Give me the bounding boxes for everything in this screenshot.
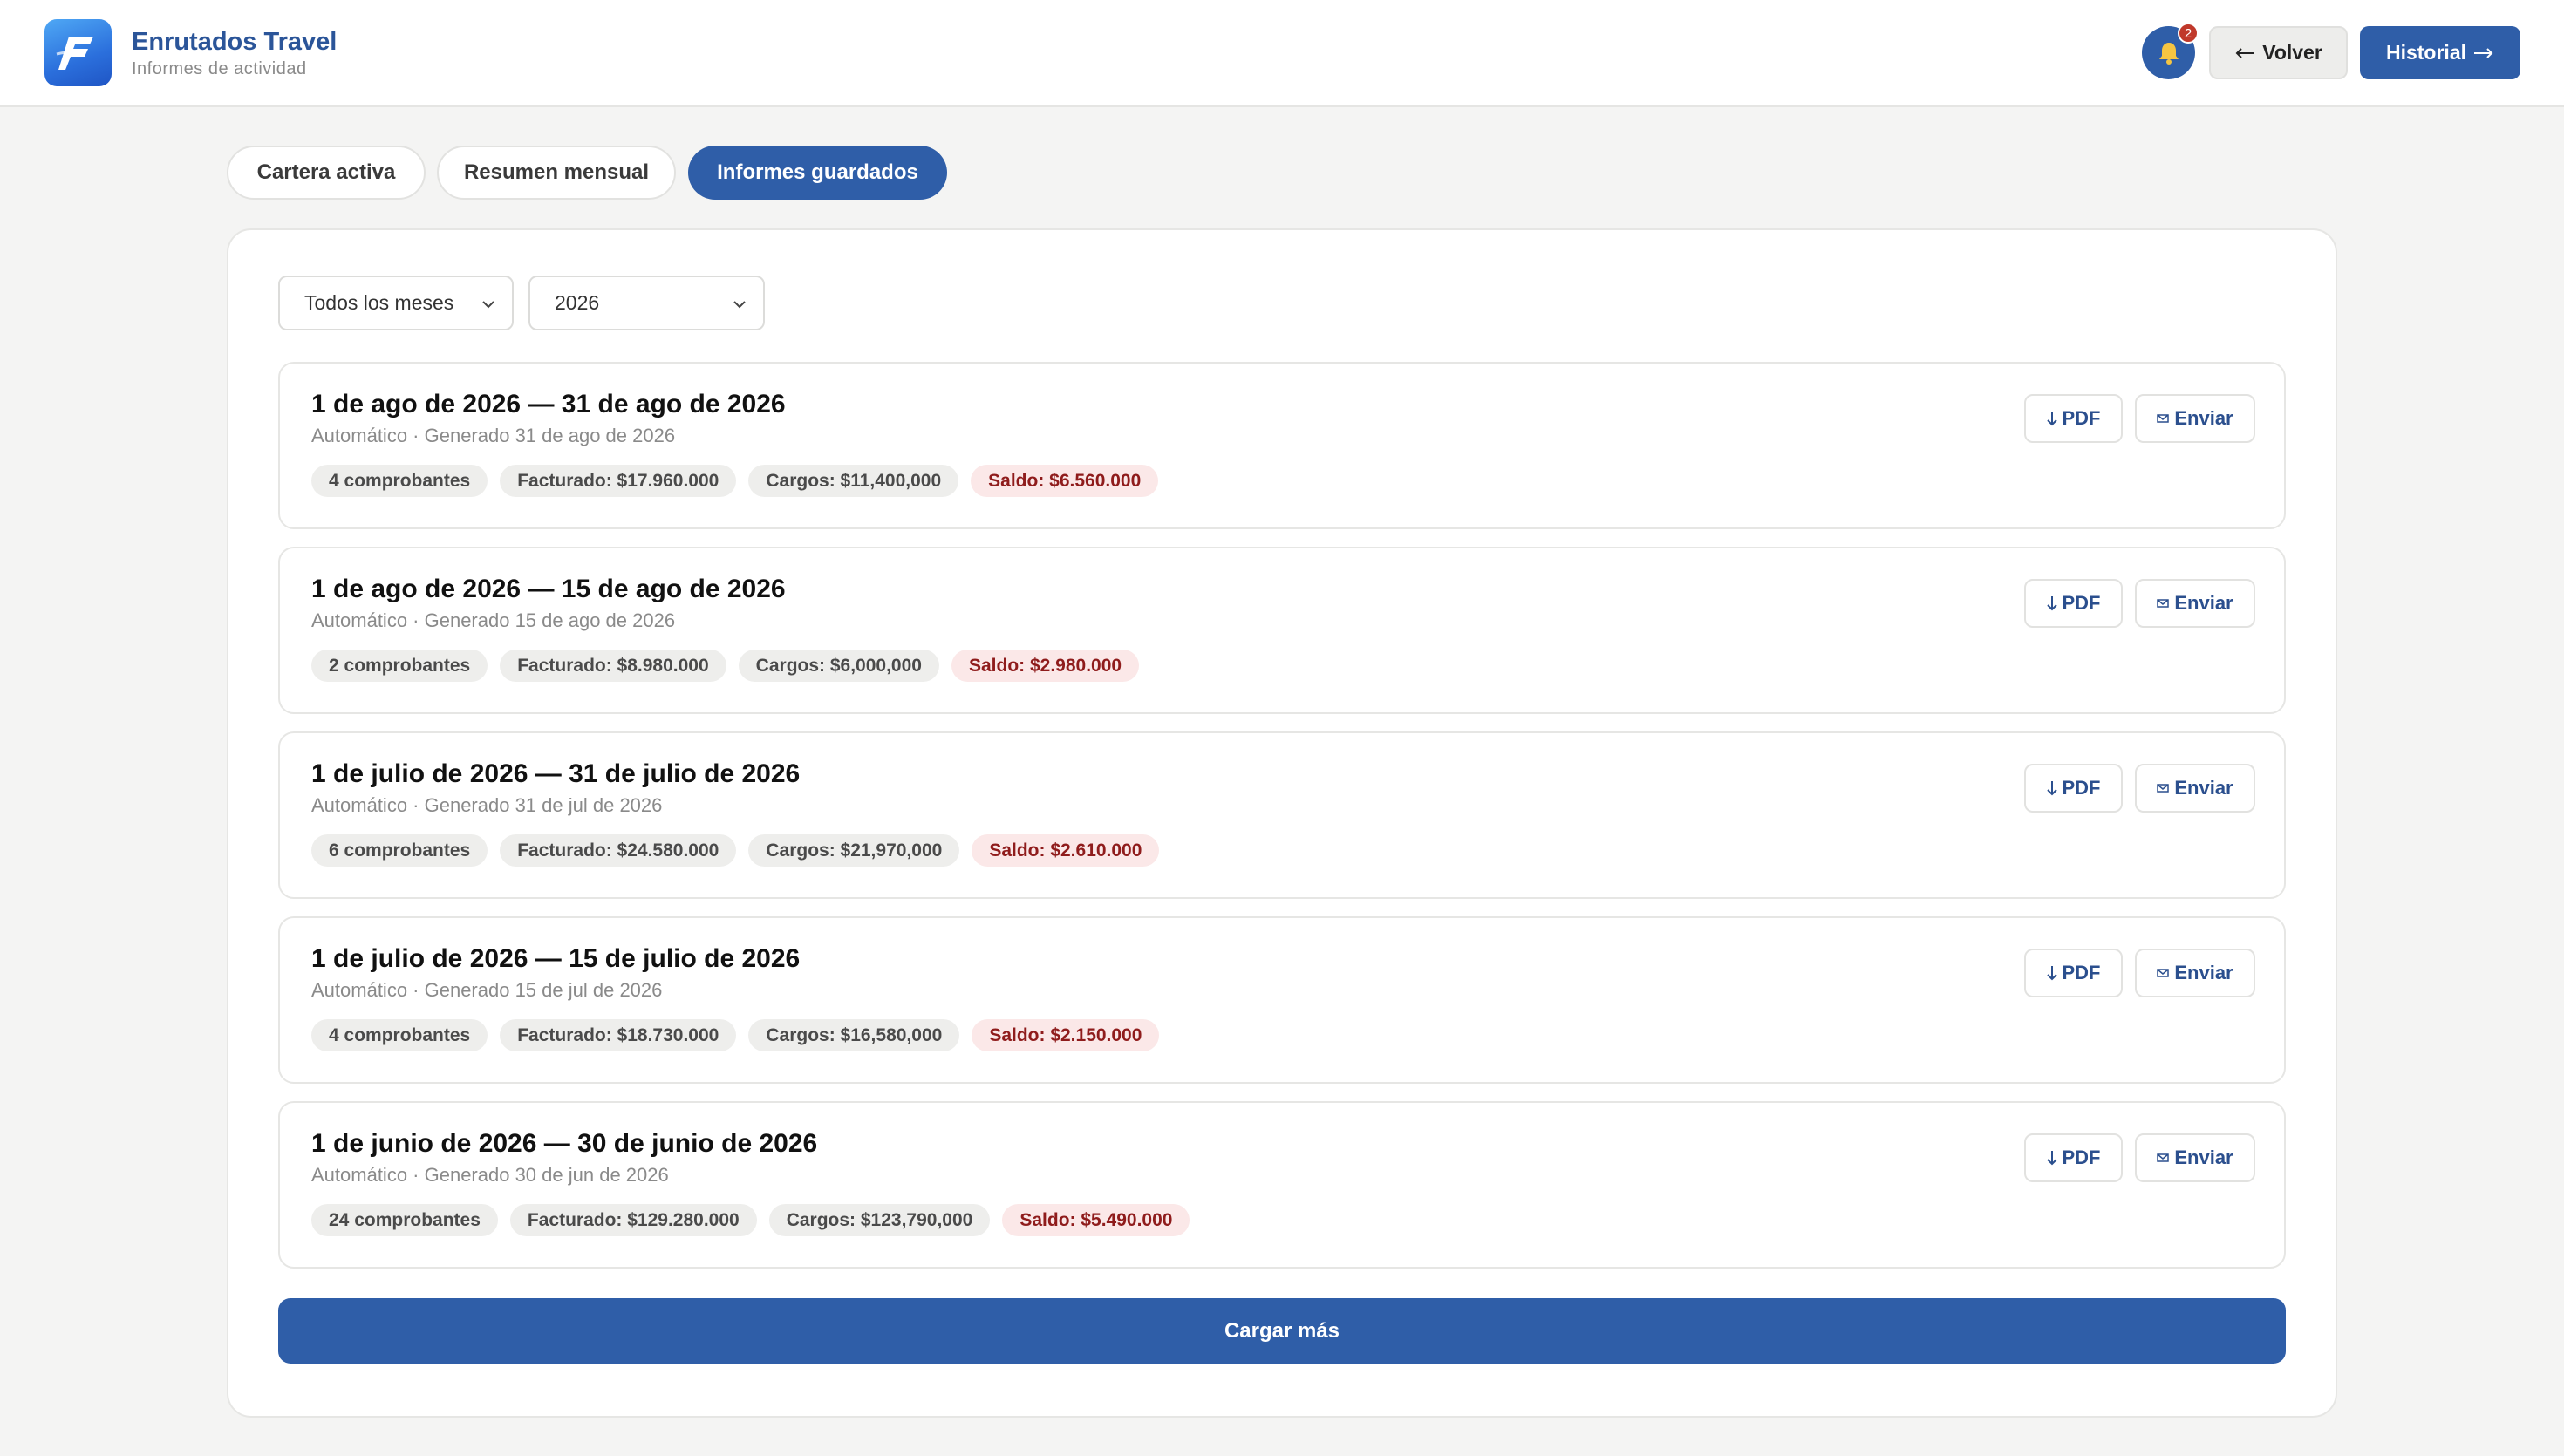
report-title: 1 de junio de 2026 — 30 de junio de 2026 (311, 1129, 818, 1158)
envelope-icon (2157, 784, 2170, 793)
report-card: 1 de ago de 2026 — 15 de ago de 2026 Aut… (278, 547, 2286, 714)
send-button[interactable]: Enviar (2135, 949, 2255, 997)
report-card: 1 de junio de 2026 — 30 de junio de 2026… (278, 1101, 2286, 1269)
envelope-icon (2157, 1153, 2170, 1162)
tab-resumen-mensual[interactable]: Resumen mensual (437, 146, 676, 200)
balance-chip: Saldo: $2.980.000 (951, 650, 1140, 682)
year-select[interactable]: 2026 (528, 276, 765, 330)
brand-logo-icon[interactable] (44, 19, 112, 86)
month-select-value: Todos los meses (304, 291, 454, 314)
charges-chip: Cargos: $11,400,000 (748, 465, 959, 497)
bell-icon (2158, 42, 2179, 65)
charges-chip: Cargos: $6,000,000 (738, 650, 939, 682)
billed-chip: Facturado: $17.960.000 (500, 465, 737, 497)
tab-label: Informes guardados (717, 160, 918, 184)
send-label: Enviar (2174, 1146, 2233, 1168)
report-title: 1 de julio de 2026 — 31 de julio de 2026 (311, 759, 801, 788)
report-subtitle: Automático · Generado 31 de jul de 2026 (311, 794, 663, 816)
vouchers-chip: 2 comprobantes (311, 650, 488, 682)
balance-chip: Saldo: $5.490.000 (1002, 1204, 1190, 1236)
envelope-icon (2157, 599, 2170, 608)
balance-chip: Saldo: $6.560.000 (971, 465, 1159, 497)
charges-chip: Cargos: $21,970,000 (748, 834, 960, 867)
download-pdf-button[interactable]: PDF (2024, 764, 2123, 813)
arrow-down-icon (2046, 966, 2057, 981)
back-button[interactable]: Volver (2209, 26, 2348, 79)
year-select-value: 2026 (555, 291, 600, 314)
history-button-label: Historial (2385, 41, 2467, 64)
send-button[interactable]: Enviar (2135, 579, 2255, 628)
report-card: 1 de ago de 2026 — 31 de ago de 2026 Aut… (278, 362, 2286, 529)
arrow-left-icon (2235, 47, 2255, 58)
report-subtitle: Automático · Generado 15 de ago de 2026 (311, 609, 676, 631)
report-title: 1 de julio de 2026 — 15 de julio de 2026 (311, 944, 801, 973)
download-pdf-button[interactable]: PDF (2024, 579, 2123, 628)
billed-chip: Facturado: $18.730.000 (500, 1019, 737, 1051)
back-button-label: Volver (2262, 41, 2322, 64)
history-button[interactable]: Historial (2360, 26, 2520, 79)
report-card: 1 de julio de 2026 — 31 de julio de 2026… (278, 731, 2286, 899)
brand-title: Enrutados Travel (132, 28, 338, 56)
arrow-down-icon (2046, 412, 2057, 426)
month-select[interactable]: Todos los meses (278, 276, 514, 330)
charges-chip: Cargos: $123,790,000 (768, 1204, 991, 1236)
report-title: 1 de ago de 2026 — 31 de ago de 2026 (311, 390, 786, 418)
report-title: 1 de ago de 2026 — 15 de ago de 2026 (311, 575, 786, 603)
report-subtitle: Automático · Generado 31 de ago de 2026 (311, 425, 676, 446)
chevron-down-icon (733, 301, 746, 309)
arrow-right-icon (2474, 47, 2493, 58)
download-pdf-button[interactable]: PDF (2024, 394, 2123, 443)
arrow-down-icon (2046, 1151, 2057, 1166)
vouchers-chip: 4 comprobantes (311, 465, 488, 497)
pdf-label: PDF (2062, 777, 2101, 799)
load-more-label: Cargar más (1224, 1318, 1340, 1343)
send-button[interactable]: Enviar (2135, 764, 2255, 813)
load-more-button[interactable]: Cargar más (278, 1298, 2286, 1364)
report-card: 1 de julio de 2026 — 15 de julio de 2026… (278, 916, 2286, 1084)
download-pdf-button[interactable]: PDF (2024, 949, 2123, 997)
balance-chip: Saldo: $2.610.000 (972, 834, 1160, 867)
vouchers-chip: 4 comprobantes (311, 1019, 488, 1051)
tab-label: Cartera activa (256, 160, 396, 184)
tab-cartera-activa[interactable]: Cartera activa (227, 146, 426, 200)
tab-informes-guardados[interactable]: Informes guardados (688, 146, 947, 200)
vouchers-chip: 6 comprobantes (311, 834, 488, 867)
arrow-down-icon (2046, 781, 2057, 796)
report-subtitle: Automático · Generado 30 de jun de 2026 (311, 1164, 669, 1186)
top-bar: Enrutados Travel Informes de actividad 2… (0, 0, 2564, 107)
send-label: Enviar (2174, 777, 2233, 799)
vouchers-chip: 24 comprobantes (311, 1204, 498, 1236)
notification-count-badge: 2 (2178, 23, 2199, 44)
report-subtitle: Automático · Generado 15 de jul de 2026 (311, 979, 663, 1001)
download-pdf-button[interactable]: PDF (2024, 1133, 2123, 1182)
send-button[interactable]: Enviar (2135, 394, 2255, 443)
pdf-label: PDF (2062, 592, 2101, 614)
balance-chip: Saldo: $2.150.000 (972, 1019, 1160, 1051)
chevron-down-icon (482, 301, 494, 309)
send-label: Enviar (2174, 592, 2233, 614)
billed-chip: Facturado: $129.280.000 (509, 1204, 757, 1236)
arrow-down-icon (2046, 596, 2057, 611)
pdf-label: PDF (2062, 962, 2101, 983)
send-label: Enviar (2174, 962, 2233, 983)
send-label: Enviar (2174, 407, 2233, 429)
envelope-icon (2157, 414, 2170, 423)
billed-chip: Facturado: $24.580.000 (500, 834, 737, 867)
tab-label: Resumen mensual (463, 160, 650, 184)
send-button[interactable]: Enviar (2135, 1133, 2255, 1182)
charges-chip: Cargos: $16,580,000 (748, 1019, 960, 1051)
billed-chip: Facturado: $8.980.000 (500, 650, 726, 682)
pdf-label: PDF (2062, 407, 2101, 429)
pdf-label: PDF (2062, 1146, 2101, 1168)
brand-subtitle: Informes de actividad (132, 59, 307, 78)
envelope-icon (2157, 969, 2170, 977)
